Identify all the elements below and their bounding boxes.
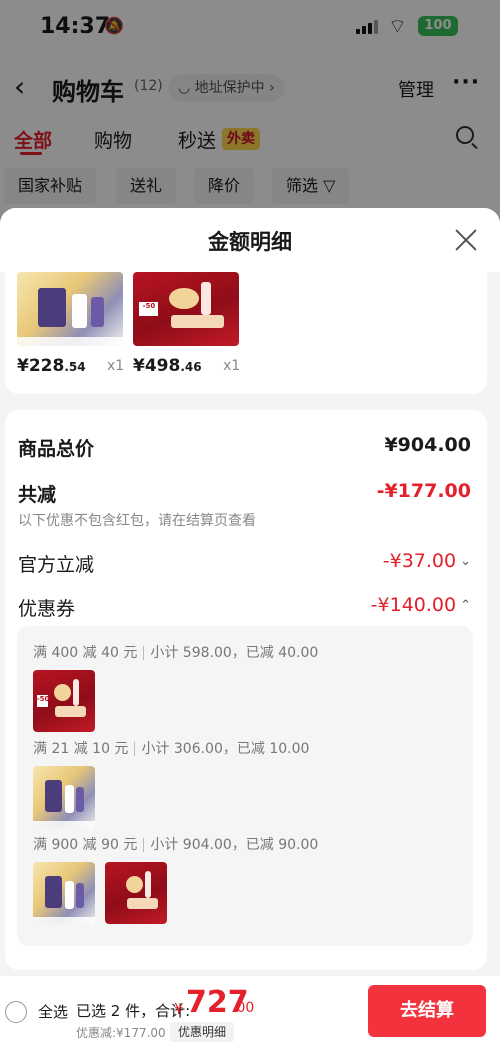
official-reduce-row[interactable]: -¥37.00 ⌄	[383, 550, 471, 572]
total-reduce-label: 共减	[18, 484, 57, 506]
checkout-bar: 全选 已选 2 件，合计: ¥ 727 .00 优惠减:¥177.00 优惠明细…	[0, 976, 500, 1047]
coupon-detail: 小计 598.00，已减 40.00	[150, 645, 319, 661]
total-amount-decimal: .00	[232, 1000, 255, 1016]
item-price-int: ¥498	[133, 356, 181, 376]
select-all-radio-icon[interactable]	[5, 1001, 27, 1023]
coupon-rule: 满 900 减 90 元	[33, 837, 138, 853]
official-reduce-label: 官方立减	[18, 554, 95, 576]
coupon-label: 优惠券	[18, 598, 76, 620]
product-image-gift-box[interactable]	[105, 862, 167, 924]
reduce-note: 以下优惠不包含红包，请在结算页查看	[18, 513, 256, 529]
price-summary-card: 商品总价 ¥904.00 共减 -¥177.00 以下优惠不包含红包，请在结算页…	[5, 410, 487, 970]
chevron-up-icon: ⌃	[460, 598, 471, 613]
product-image-skincare-set[interactable]	[33, 862, 95, 924]
coupon-rule-line: 满 900 减 90 元小计 904.00，已减 90.00	[33, 834, 318, 854]
saved-amount: 优惠减:¥177.00	[76, 1026, 166, 1040]
item-price-int: ¥228	[17, 356, 65, 376]
item-qty: x1	[223, 358, 241, 374]
coupon-detail: 小计 306.00，已减 10.00	[141, 741, 310, 757]
coupon-rule: 满 21 减 10 元	[33, 741, 129, 757]
coupon-value: -¥140.00	[370, 594, 457, 616]
official-reduce-value: -¥37.00	[382, 550, 457, 572]
sheet-title: 金额明细	[208, 230, 292, 254]
coupon-rule: 满 400 减 40 元	[33, 645, 138, 661]
product-image-skincare-set[interactable]	[17, 272, 123, 346]
coupon-rule-line: 满 21 减 10 元小计 306.00，已减 10.00	[33, 738, 309, 758]
selected-items-card: -50 ¥228.54 x1 ¥498.46 x1	[5, 272, 487, 394]
total-reduce-value: -¥177.00	[376, 480, 471, 502]
item-price: ¥498.46	[133, 356, 202, 376]
item-price: ¥228.54	[17, 356, 86, 376]
item-price-dec: .54	[64, 360, 86, 374]
product-image-gift-box[interactable]: -50	[133, 272, 239, 346]
coupon-rule-line: 满 400 减 40 元小计 598.00，已减 40.00	[33, 642, 318, 662]
chevron-down-icon: ⌄	[460, 554, 471, 569]
product-image-gift-box[interactable]: -50	[33, 670, 95, 732]
coupon-row[interactable]: -¥140.00 ⌃	[371, 594, 471, 616]
sheet-header: 金额明细	[0, 208, 500, 272]
total-price-label: 商品总价	[18, 438, 95, 460]
item-qty: x1	[107, 358, 125, 374]
discount-detail-button[interactable]: 优惠明细	[170, 1022, 235, 1042]
select-all-label[interactable]: 全选	[38, 1001, 68, 1022]
amount-detail-sheet: 金额明细 -50 ¥228.54 x1 ¥498.46 x1 商品总价 ¥904…	[0, 208, 500, 1047]
item-price-dec: .46	[180, 360, 202, 374]
coupon-detail: 小计 904.00，已减 90.00	[150, 837, 319, 853]
checkout-button[interactable]: 去结算	[368, 985, 486, 1037]
total-price-value: ¥904.00	[384, 434, 471, 456]
product-image-skincare-set[interactable]	[33, 766, 95, 828]
coupon-breakdown: 满 400 减 40 元小计 598.00，已减 40.00 -50 满 21 …	[17, 626, 473, 946]
total-currency: ¥	[174, 1000, 184, 1018]
close-icon[interactable]	[454, 228, 478, 252]
